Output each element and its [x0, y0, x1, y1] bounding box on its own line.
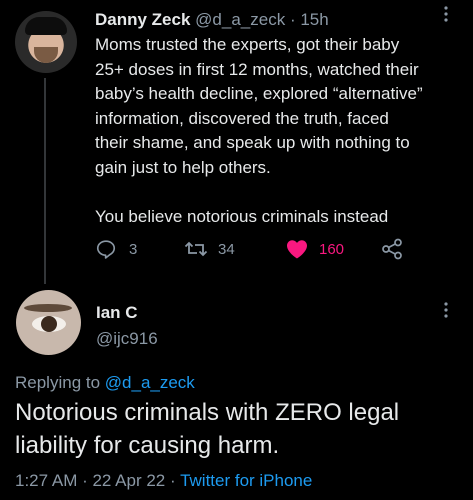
thread-connector [44, 78, 46, 284]
reply-icon [96, 240, 116, 259]
avatar-beard [34, 47, 58, 63]
tweet-line: their shame, and speak up with nothing t… [95, 133, 410, 152]
tweet-text: Moms trusted the experts, got their baby… [95, 33, 465, 229]
like-button[interactable]: 160 [285, 238, 344, 260]
retweet-button[interactable]: 34 [184, 238, 235, 260]
more-options-icon[interactable] [436, 300, 456, 320]
more-options-icon[interactable] [436, 4, 456, 24]
replying-handle-link[interactable]: @d_a_zeck [105, 373, 195, 392]
tweet-line: baby’s health decline, explored “alterna… [95, 84, 423, 103]
tweet-line: information, discovered the truth, faced [95, 108, 389, 128]
avatar[interactable] [15, 11, 77, 73]
avatar[interactable] [16, 290, 81, 355]
tweet-header: Danny Zeck @d_a_zeck · 15h [95, 9, 329, 31]
tweet-timestamp: 1:27 AM · 22 Apr 22 · Twitter for iPhone [15, 470, 312, 492]
like-count: 160 [319, 240, 345, 258]
replying-prefix: Replying to [15, 373, 105, 392]
heart-icon [287, 240, 307, 259]
reply-text: Notorious criminals with ZERO legal liab… [15, 399, 400, 459]
share-button[interactable] [381, 238, 403, 260]
avatar-iris [41, 316, 57, 332]
tweet-line: Moms trusted the experts, got their baby [95, 35, 400, 54]
reply-count: 3 [129, 240, 138, 258]
retweet-count: 34 [218, 240, 235, 258]
tweet-line: gain just to help others. [95, 157, 271, 177]
author-handle[interactable]: @ijc916 [96, 328, 158, 350]
separator: · [289, 10, 296, 29]
tweet-line: 25+ doses in first 12 months, watched th… [95, 59, 419, 79]
tweet-closing-line: You believe notorious criminals instead [95, 206, 389, 226]
avatar-brow [24, 304, 72, 312]
tweet-age[interactable]: 15h [300, 10, 328, 29]
author-name[interactable]: Danny Zeck [95, 10, 190, 29]
replying-to: Replying to @d_a_zeck [15, 372, 195, 394]
timestamp-text[interactable]: 1:27 AM · 22 Apr 22 · [15, 471, 180, 490]
avatar-cap [25, 17, 67, 35]
share-icon [382, 238, 402, 260]
author-name[interactable]: Ian C [96, 302, 138, 324]
source-link[interactable]: Twitter for iPhone [180, 471, 312, 490]
reply-button[interactable]: 3 [95, 238, 137, 260]
retweet-icon [184, 241, 208, 257]
author-handle[interactable]: @d_a_zeck [195, 10, 285, 29]
